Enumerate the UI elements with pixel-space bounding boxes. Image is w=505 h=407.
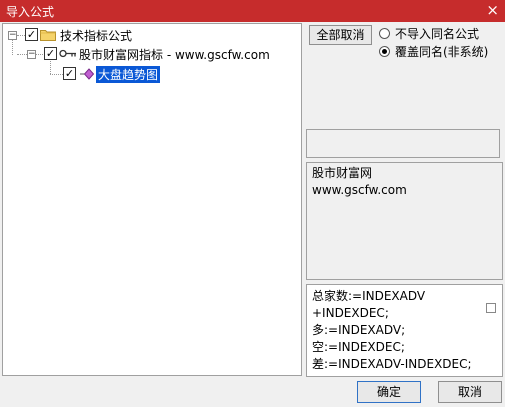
radio-skip-duplicates[interactable] (379, 28, 390, 39)
formula-line-5: 差:=INDEXADV-INDEXDEC; (312, 357, 472, 371)
cancel-all-button[interactable]: 全部取消 (309, 25, 372, 45)
folder-icon (40, 28, 56, 44)
close-icon[interactable]: × (486, 1, 499, 19)
collapse-icon[interactable]: − (8, 31, 17, 40)
info-box (306, 129, 500, 158)
description-line-1: 股市财富网 (312, 166, 373, 180)
scroll-indicator[interactable] (486, 303, 496, 313)
item-checkbox[interactable]: ✓ (63, 67, 76, 80)
tree-node-item-label: 大盘趋势图 (96, 66, 161, 83)
window-title: 导入公式 (6, 5, 55, 19)
tree-node-item[interactable]: ✓ 大盘趋势图 (3, 65, 203, 83)
formula-diamond-icon (79, 68, 95, 83)
cancel-button[interactable]: 取消 (438, 381, 502, 403)
tree-node-root-label: 技术指标公式 (60, 29, 133, 43)
tree-node-group-label: 股市财富网指标 - www.gscfw.com (79, 48, 270, 62)
formula-line-3: 多:=INDEXADV; (312, 323, 406, 337)
formula-line-4: 空:=INDEXDEC; (312, 340, 405, 354)
radio-overwrite-duplicates[interactable] (379, 46, 390, 57)
radio-overwrite-duplicates-label: 覆盖同名(非系统) (395, 45, 489, 59)
description-panel: 股市财富网 www.gscfw.com (306, 162, 503, 280)
title-bar: 导入公式 × (0, 0, 505, 22)
formula-line-1: 总家数:=INDEXADV (312, 289, 426, 303)
tree-node-root[interactable]: − ✓ 技术指标公式 (3, 26, 203, 44)
key-icon (59, 48, 77, 62)
formula-panel[interactable]: 总家数:=INDEXADV +INDEXDEC; 多:=INDEXADV; 空:… (306, 284, 503, 377)
formula-tree[interactable]: − ✓ 技术指标公式 − ✓ 股市财富网指标 - www.gscfw.com ✓ (2, 23, 302, 376)
root-checkbox[interactable]: ✓ (25, 28, 38, 41)
radio-skip-duplicates-label: 不导入同名公式 (395, 27, 480, 41)
ok-button[interactable]: 确定 (357, 381, 421, 403)
collapse-icon[interactable]: − (27, 50, 36, 59)
formula-line-2: +INDEXDEC; (312, 306, 389, 320)
description-line-2: www.gscfw.com (312, 183, 407, 197)
group-checkbox[interactable]: ✓ (44, 47, 57, 60)
tree-node-group[interactable]: − ✓ 股市财富网指标 - www.gscfw.com (3, 45, 299, 63)
